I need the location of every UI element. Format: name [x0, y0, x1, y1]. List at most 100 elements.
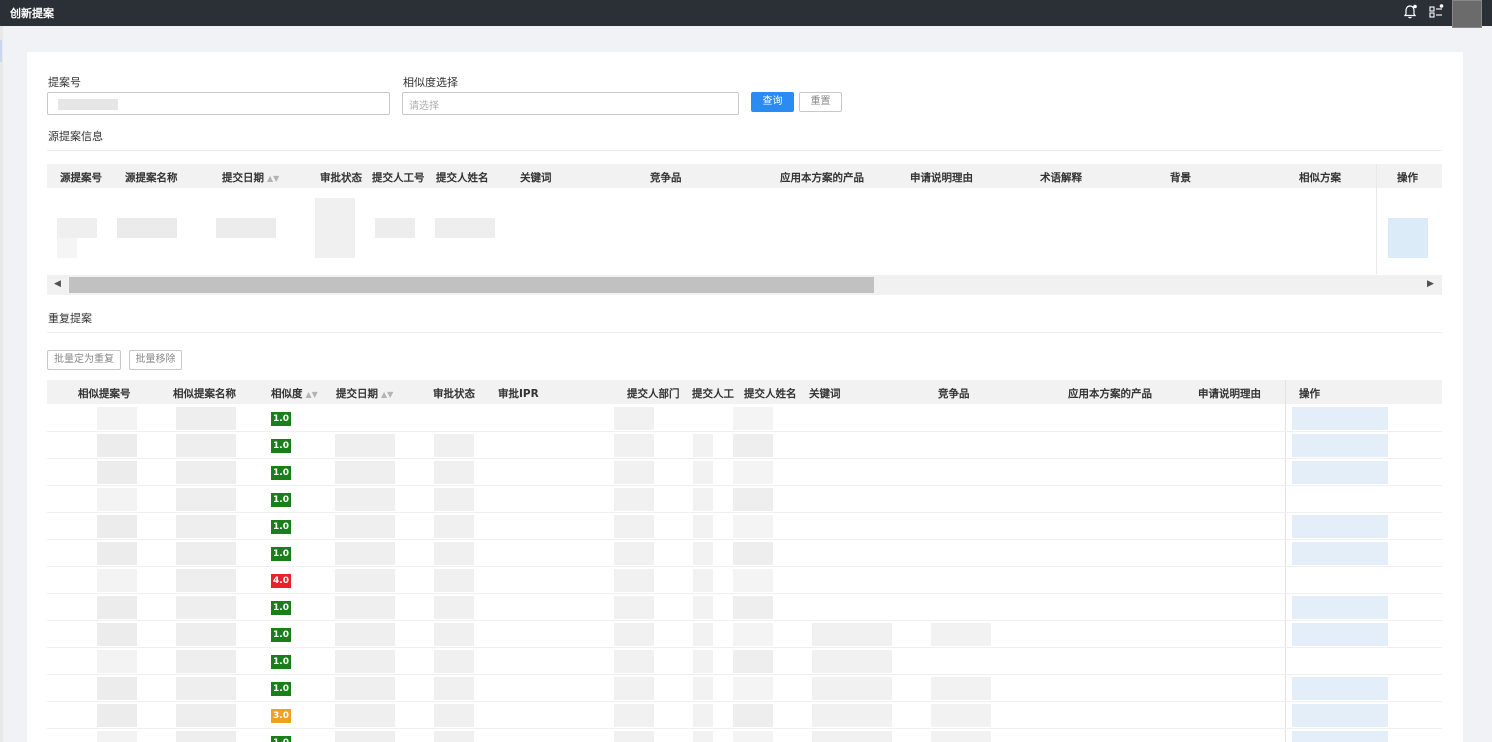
row-action-link[interactable]: [1292, 596, 1388, 619]
dup-fixed-column-divider: [1285, 380, 1286, 742]
col-competitor: 竞争品: [650, 172, 682, 184]
duplicate-divider: [47, 332, 1442, 333]
table-row-separator: [47, 431, 1442, 432]
duplicate-section-title: 重复提案: [48, 312, 92, 325]
col-terms: 术语解释: [1040, 172, 1082, 184]
similarity-badge: 1.0: [271, 655, 291, 669]
similarity-badge: 1.0: [271, 547, 291, 561]
similarity-badge: 3.0: [271, 709, 291, 723]
similar-name-redacted: [176, 488, 236, 511]
dup-person-redacted: [733, 488, 773, 511]
dept-redacted: [614, 623, 654, 646]
dup-date-redacted: [335, 623, 395, 646]
source-row-status-redacted: [315, 198, 355, 258]
col-submitter-short: 提交人工: [692, 388, 734, 400]
dept-redacted: [614, 569, 654, 592]
grid-menu-icon[interactable]: [1428, 4, 1444, 20]
row-action-link[interactable]: [1292, 623, 1388, 646]
table-row-separator: [47, 593, 1442, 594]
dept-redacted: [614, 488, 654, 511]
dept-redacted: [614, 596, 654, 619]
reset-button[interactable]: 重置: [799, 92, 842, 112]
batch-mark-duplicate-button[interactable]: 批量定为重复: [47, 350, 121, 370]
table-row-separator: [47, 512, 1442, 513]
source-divider: [47, 150, 1442, 151]
dept-redacted: [614, 461, 654, 484]
similar-name-redacted: [176, 461, 236, 484]
dept-redacted: [614, 515, 654, 538]
similar-no-redacted: [97, 569, 137, 592]
col-similar-name: 相似提案名称: [173, 388, 236, 400]
col-keywords: 关键词: [520, 172, 552, 184]
scroll-left-icon[interactable]: ◀: [54, 279, 61, 289]
col-similarity[interactable]: 相似度 ▲▼: [271, 386, 318, 401]
query-button[interactable]: 查询: [751, 92, 794, 112]
similar-name-redacted: [176, 515, 236, 538]
dup-status-redacted: [434, 623, 474, 646]
similar-name-redacted: [176, 731, 236, 742]
keywords-redacted: [812, 677, 892, 700]
dup-person-redacted: [733, 515, 773, 538]
col-dup-submit-date[interactable]: 提交日期 ▲▼: [336, 386, 393, 401]
short-redacted: [693, 488, 713, 511]
similarity-placeholder: 请选择: [409, 101, 439, 112]
similar-no-redacted: [97, 677, 137, 700]
dup-status-redacted: [434, 650, 474, 673]
similar-no-redacted: [97, 407, 137, 430]
dup-status-redacted: [434, 704, 474, 727]
similar-name-redacted: [176, 569, 236, 592]
dup-person-redacted: [733, 731, 773, 742]
sort-icon[interactable]: ▲▼: [381, 390, 393, 399]
similar-name-redacted: [176, 677, 236, 700]
competitor-redacted: [931, 731, 991, 742]
proposal-no-input[interactable]: [47, 92, 390, 115]
avatar[interactable]: [1452, 0, 1482, 28]
col-dup-approval-status: 审批状态: [433, 388, 475, 400]
dup-date-redacted: [335, 515, 395, 538]
source-row-action-link[interactable]: [1388, 218, 1428, 258]
col-reason: 申请说明理由: [910, 172, 973, 184]
sort-icon[interactable]: ▲▼: [306, 390, 318, 399]
row-action-link[interactable]: [1292, 434, 1388, 457]
sort-icon[interactable]: ▲▼: [267, 174, 279, 183]
scrollbar-thumb[interactable]: [69, 277, 874, 293]
row-action-link[interactable]: [1292, 407, 1388, 430]
keywords-redacted: [812, 623, 892, 646]
col-dup-submitter-name: 提交人姓名: [744, 388, 797, 400]
similar-no-redacted: [97, 461, 137, 484]
similarity-badge: 1.0: [271, 601, 291, 615]
table-row-separator: [47, 566, 1442, 567]
redacted-pixel: [57, 238, 77, 258]
row-action-link[interactable]: [1292, 704, 1388, 727]
similarity-select[interactable]: 请选择: [402, 92, 739, 115]
col-source-name: 源提案名称: [125, 172, 178, 184]
similar-no-redacted: [97, 542, 137, 565]
scroll-right-icon[interactable]: ▶: [1427, 279, 1434, 289]
similar-name-redacted: [176, 596, 236, 619]
similar-no-redacted: [97, 596, 137, 619]
similarity-badge: 1.0: [271, 520, 291, 534]
source-row-no-redacted: [57, 218, 97, 238]
row-action-link[interactable]: [1292, 515, 1388, 538]
batch-remove-button[interactable]: 批量移除: [129, 350, 182, 370]
table-row-separator: [47, 701, 1442, 702]
table-row-separator: [47, 539, 1442, 540]
similarity-badge: 1.0: [271, 628, 291, 642]
dup-date-redacted: [335, 704, 395, 727]
col-submitter-id: 提交人工号: [372, 172, 425, 184]
similar-name-redacted: [176, 704, 236, 727]
similarity-badge: 1.0: [271, 736, 291, 742]
similarity-label: 相似度选择: [403, 76, 458, 89]
row-action-link[interactable]: [1292, 542, 1388, 565]
row-action-link[interactable]: [1292, 461, 1388, 484]
col-submit-date[interactable]: 提交日期 ▲▼: [222, 170, 279, 185]
row-action-link[interactable]: [1292, 677, 1388, 700]
dup-status-redacted: [434, 677, 474, 700]
short-redacted: [693, 704, 713, 727]
row-action-link[interactable]: [1292, 731, 1388, 742]
similarity-badge: 1.0: [271, 412, 291, 426]
col-submit-date-label: 提交日期: [222, 172, 264, 184]
dept-redacted: [614, 542, 654, 565]
bell-icon[interactable]: [1403, 4, 1417, 20]
sidebar-active-marker: [0, 40, 2, 62]
